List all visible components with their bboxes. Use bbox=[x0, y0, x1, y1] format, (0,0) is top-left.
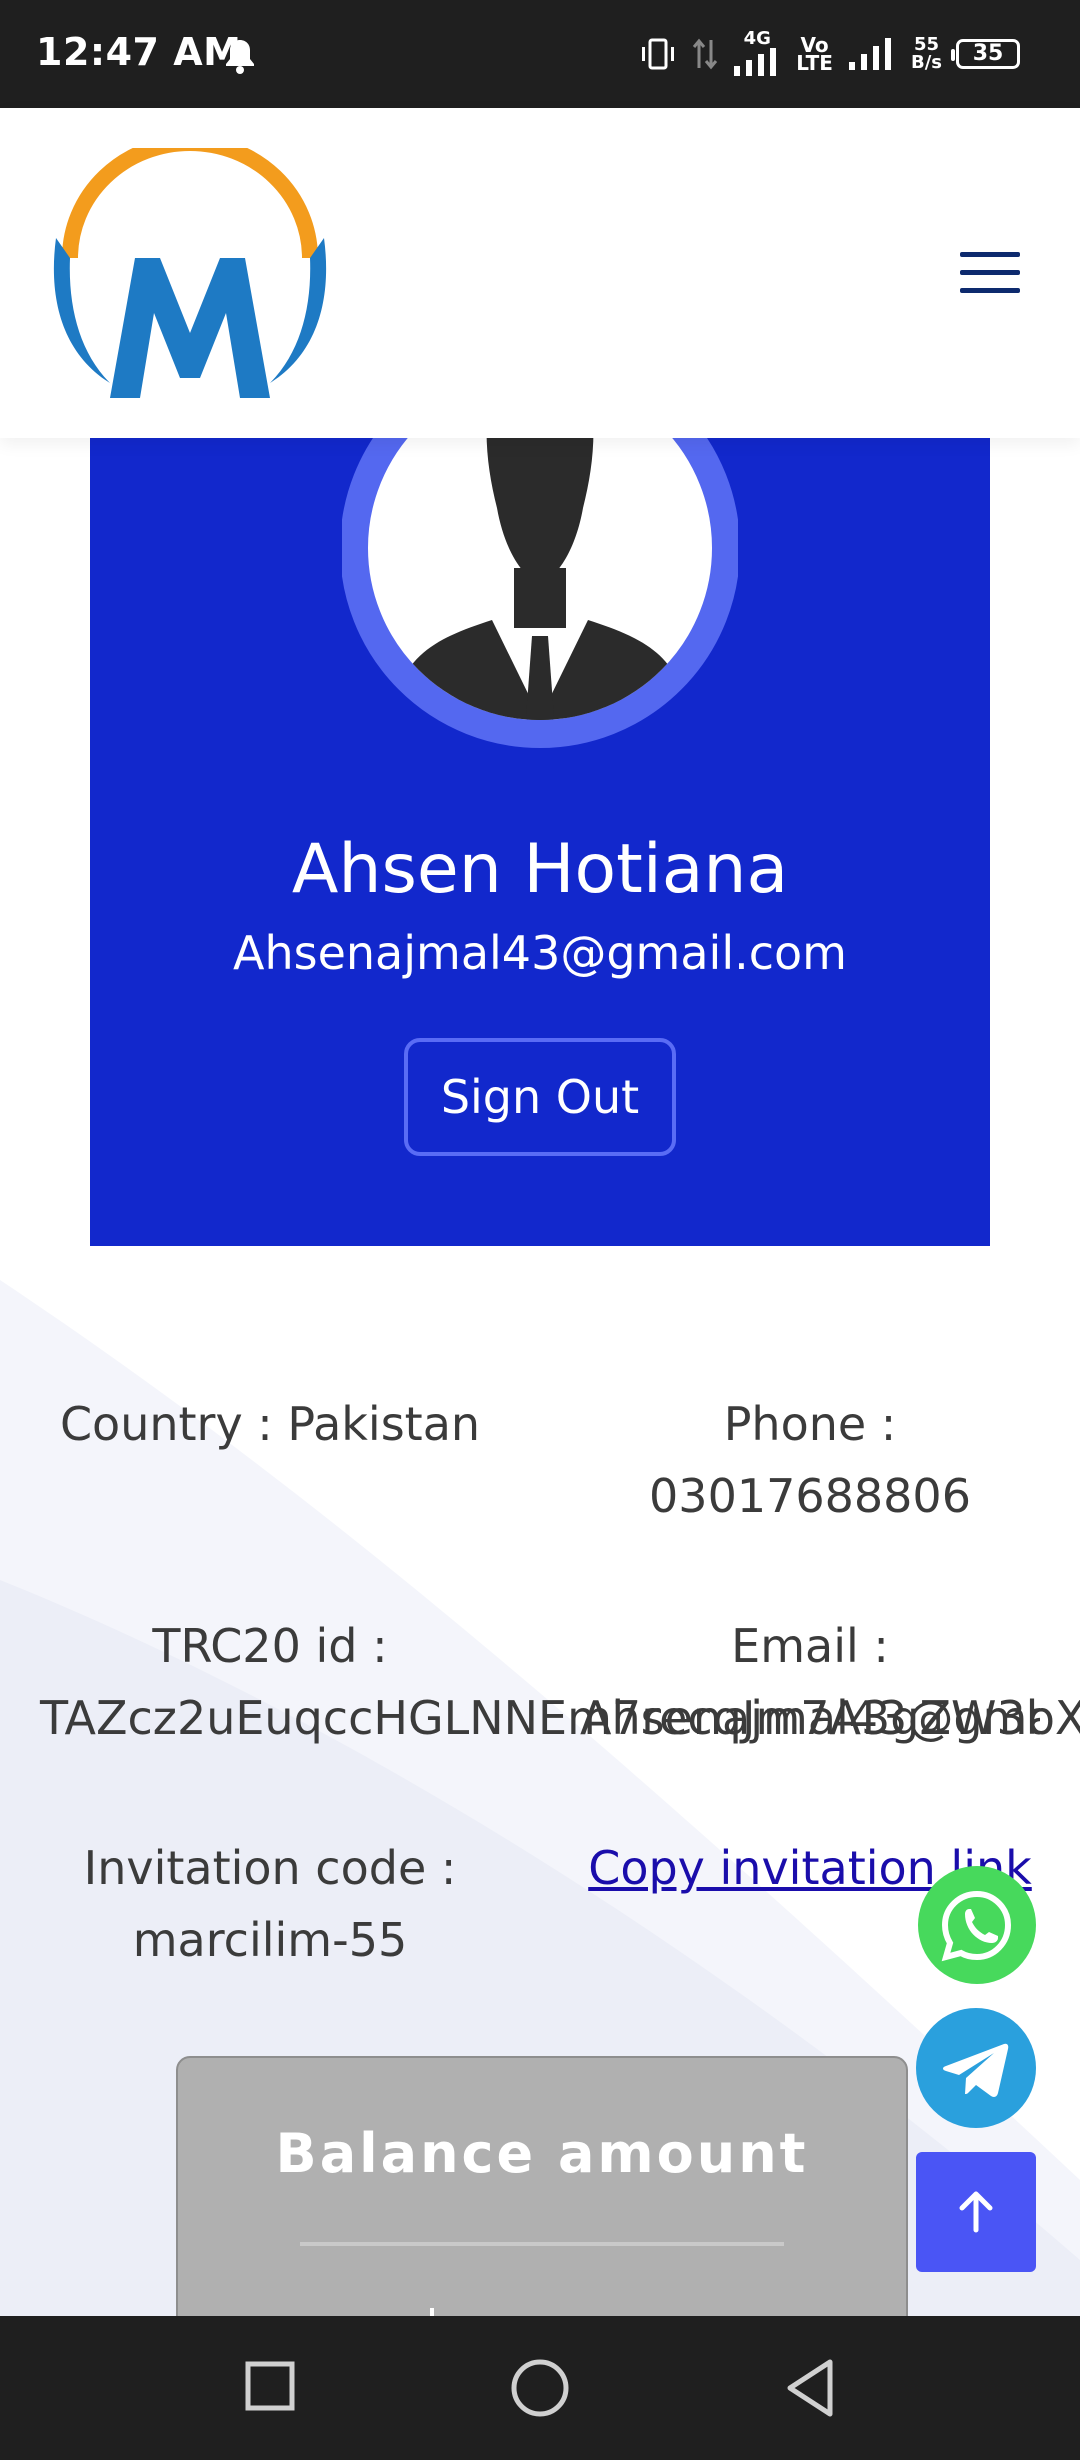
avatar bbox=[342, 398, 738, 748]
balance-title: Balance amount bbox=[275, 2122, 809, 2185]
profile-email: Ahsenajmal43@gmail.com bbox=[233, 926, 847, 980]
square-icon bbox=[245, 2361, 295, 2411]
battery-icon: 35 bbox=[951, 39, 1020, 69]
telegram-button[interactable] bbox=[916, 2008, 1036, 2128]
data-arrows-icon bbox=[693, 38, 718, 70]
recent-apps-button[interactable] bbox=[190, 2316, 350, 2460]
status-time: 12:47 AM bbox=[36, 30, 242, 74]
phone-info: Phone : 03017688806 bbox=[649, 1397, 971, 1523]
invitation-info: Invitation code : marcilim-55 bbox=[83, 1841, 457, 1967]
arrow-up-icon bbox=[959, 2191, 993, 2233]
telegram-icon bbox=[943, 2043, 1009, 2097]
profile-card: Ahsen Hotiana Ahsenajmal43@gmail.com Sig… bbox=[90, 398, 990, 1246]
volte-indicator: Vo LTE bbox=[796, 33, 833, 75]
signal-4g: 4G bbox=[732, 30, 782, 78]
notification-bell-icon bbox=[226, 40, 254, 74]
profile-name: Ahsen Hotiana bbox=[291, 830, 789, 909]
status-icons: 4G Vo LTE 55 B/s 35 bbox=[638, 26, 1020, 82]
status-bar: 12:47 AM 4G Vo LTE 55 B/s 35 bbox=[0, 0, 1080, 108]
whatsapp-button[interactable] bbox=[918, 1866, 1036, 1984]
signal-bars-icon bbox=[734, 48, 777, 76]
trc20-info: TRC20 id : TAZcz2uEuqccHGLNNEm7recqJm7A3… bbox=[40, 1619, 1080, 1745]
back-button[interactable] bbox=[730, 2316, 890, 2460]
system-nav-bar bbox=[0, 2316, 1080, 2460]
network-speed: 55 B/s bbox=[910, 34, 942, 73]
scroll-to-top-button[interactable] bbox=[916, 2152, 1036, 2272]
site-logo[interactable] bbox=[40, 148, 340, 418]
vibrate-icon bbox=[642, 38, 675, 70]
signal-bars-2-icon bbox=[848, 38, 891, 70]
home-button[interactable] bbox=[460, 2316, 620, 2460]
whatsapp-icon bbox=[941, 1890, 1012, 1962]
circle-icon bbox=[511, 2359, 569, 2417]
site-header bbox=[0, 108, 1080, 438]
country-info: Country : Pakistan bbox=[59, 1397, 481, 1451]
email-info: Email : Ahsenajmal43@gmail.com bbox=[580, 1619, 1040, 1745]
menu-toggle-button[interactable] bbox=[960, 248, 1020, 298]
sign-out-button[interactable]: Sign Out bbox=[404, 1038, 676, 1156]
triangle-back-icon bbox=[787, 2359, 833, 2417]
balance-divider bbox=[300, 2242, 784, 2246]
